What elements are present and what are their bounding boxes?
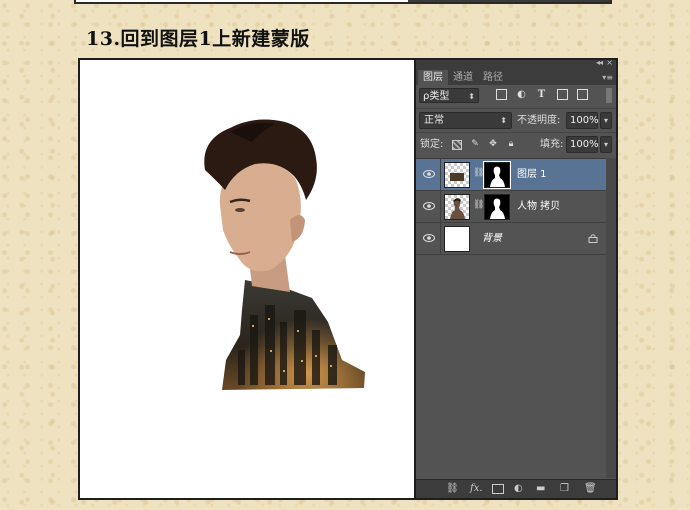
layer-thumbnail[interactable] bbox=[444, 226, 470, 252]
layer-name[interactable]: 人物 拷贝 bbox=[517, 191, 560, 223]
blend-mode-select[interactable]: 正常 ⬍ bbox=[419, 112, 512, 129]
layer-name[interactable]: 背景 bbox=[482, 223, 502, 255]
opacity-label: 不透明度: bbox=[517, 115, 561, 126]
blend-mode-value: 正常 bbox=[424, 115, 444, 126]
filter-kind-select[interactable]: ρ类型 ⬍ bbox=[419, 88, 479, 103]
layer-name[interactable]: 图层 1 bbox=[517, 159, 547, 191]
link-icon[interactable]: ⛓︎ bbox=[446, 483, 459, 495]
layer-mask-thumbnail[interactable] bbox=[484, 194, 510, 220]
type-filter-icon[interactable]: T bbox=[536, 89, 547, 100]
opacity-input[interactable]: 100% bbox=[566, 112, 599, 129]
layer-thumbnail[interactable] bbox=[444, 162, 470, 188]
shape-filter-icon[interactable] bbox=[557, 89, 568, 100]
panel-title-bar: ◂◂ × bbox=[416, 58, 616, 70]
layer-row-background[interactable]: 背景 bbox=[416, 223, 606, 255]
tab-channels[interactable]: 通道 bbox=[448, 70, 478, 85]
lock-transparent-pixels-icon[interactable] bbox=[452, 140, 462, 150]
filter-row: ρ类型 ⬍ ◐ T bbox=[416, 85, 616, 107]
fill-slider-button[interactable]: ▾ bbox=[600, 136, 612, 153]
layer-thumbnail[interactable] bbox=[444, 194, 470, 220]
layers-list: ⛓︎ 图层 1 ⛓︎ 人物 拷贝 背景 bbox=[416, 158, 616, 479]
tab-paths[interactable]: 路径 bbox=[478, 70, 508, 85]
visibility-eye-icon[interactable] bbox=[423, 201, 435, 211]
smart-object-filter-icon[interactable] bbox=[577, 89, 588, 100]
panel-tabs: 图层 通道 路径 ▾≡ bbox=[416, 70, 616, 85]
lock-row: 锁定: ✎ ✥ 🔒︎ 填充: 100% ▾ bbox=[416, 132, 616, 157]
layer-row-person-copy[interactable]: ⛓︎ 人物 拷贝 bbox=[416, 191, 606, 223]
step-title: 13.回到图层1上新建蒙版 bbox=[86, 28, 310, 50]
filter-kind-label: ρ类型 bbox=[423, 91, 450, 102]
lock-all-icon[interactable]: 🔒︎ bbox=[506, 139, 516, 149]
chevron-updown-icon: ⬍ bbox=[500, 116, 507, 125]
adjustment-layer-icon[interactable]: ◐ bbox=[514, 483, 523, 495]
visibility-eye-icon[interactable] bbox=[423, 169, 435, 179]
previous-screenshot-edge bbox=[74, 0, 612, 4]
visibility-eye-icon[interactable] bbox=[423, 233, 435, 243]
panel-menu-icon[interactable]: ▾≡ bbox=[602, 70, 613, 85]
add-mask-icon[interactable] bbox=[492, 484, 504, 494]
document-canvas[interactable] bbox=[80, 60, 414, 498]
filter-toggle-switch[interactable] bbox=[606, 88, 612, 103]
lock-image-pixels-icon[interactable]: ✎ bbox=[470, 139, 480, 149]
layer-lock-icon bbox=[588, 234, 598, 243]
collapse-panel-icon[interactable]: ◂◂ bbox=[596, 58, 603, 67]
layers-panel: ◂◂ × 图层 通道 路径 ▾≡ ρ类型 ⬍ ◐ T 正常 ⬍ 不透明度: 10… bbox=[416, 58, 616, 498]
new-layer-icon[interactable]: ❐ bbox=[560, 483, 569, 495]
lock-position-icon[interactable]: ✥ bbox=[488, 139, 498, 149]
fill-label: 填充: bbox=[540, 139, 564, 150]
layers-scrollbar[interactable] bbox=[606, 158, 616, 478]
panel-bottom-bar: ⛓︎ fx. ◐ ▬ ❐ 🗑︎ bbox=[416, 479, 616, 498]
fx-icon[interactable]: fx. bbox=[470, 483, 483, 495]
lock-label: 锁定: bbox=[420, 139, 444, 150]
adjustment-filter-icon[interactable]: ◐ bbox=[516, 89, 527, 100]
layer-row-layer-1[interactable]: ⛓︎ 图层 1 bbox=[416, 159, 606, 191]
trash-icon[interactable]: 🗑︎ bbox=[584, 483, 597, 495]
mask-link-chain-icon[interactable]: ⛓︎ bbox=[473, 200, 484, 214]
portrait-composite-image bbox=[204, 119, 365, 390]
tab-layers[interactable]: 图层 bbox=[418, 70, 448, 85]
fill-input[interactable]: 100% bbox=[566, 136, 599, 153]
layer-mask-thumbnail[interactable] bbox=[483, 161, 511, 189]
group-folder-icon[interactable]: ▬ bbox=[536, 483, 545, 495]
mask-link-chain-icon[interactable]: ⛓︎ bbox=[473, 168, 484, 182]
image-filter-icon[interactable] bbox=[496, 89, 507, 100]
opacity-slider-button[interactable]: ▾ bbox=[600, 112, 612, 129]
blend-row: 正常 ⬍ 不透明度: 100% ▾ bbox=[416, 108, 616, 131]
close-panel-icon[interactable]: × bbox=[606, 58, 613, 67]
chevron-updown-icon: ⬍ bbox=[468, 92, 475, 101]
